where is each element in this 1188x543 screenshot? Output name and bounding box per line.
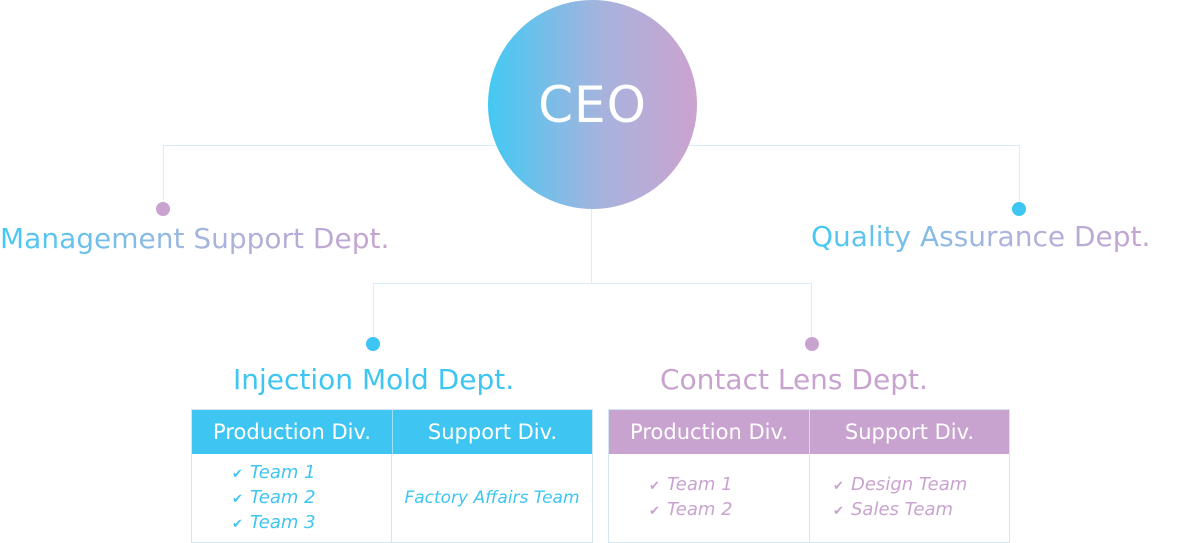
node-dot-contact-lens [805,337,819,351]
list-item: ✔ Sales Team [833,498,1003,523]
injection-production-list: ✔ Team 1 ✔ Team 2 ✔ Team 3 [232,454,387,542]
contact-support-label: Support Div. [844,420,975,444]
dept-injection-mold: Injection Mold Dept. [233,363,515,396]
dept-quality-assurance: Quality Assurance Dept. [811,220,1151,253]
check-icon: ✔ [833,504,844,519]
list-item: ✔ Design Team [833,473,1003,498]
connector-left-vertical [163,145,164,208]
list-item: ✔ Team 1 [232,461,387,486]
injection-production-header: Production Div. [192,410,392,454]
injection-support-label: Support Div. [427,420,558,444]
list-item: ✔ Team 1 [649,473,804,498]
check-icon: ✔ [232,516,243,532]
dept-management-support: Management Support Dept. [0,222,390,255]
ceo-node: CEO [488,0,697,209]
node-dot-quality [1012,202,1026,216]
check-icon: ✔ [232,491,243,507]
list-item: ✔ Team 2 [232,486,387,511]
list-item: ✔ Team 2 [649,498,804,523]
connector-bottom-horizontal [373,283,812,284]
connector-right-vertical [1019,145,1020,208]
injection-mold-table: Production Div. Support Div. ✔ Team 1 ✔ Te… [191,409,593,543]
injection-support-list: Factory Affairs Team [392,454,592,542]
check-icon: ✔ [232,466,243,482]
list-item: Factory Affairs Team [404,487,580,508]
injection-support-header: Support Div. [393,410,592,454]
ceo-label: CEO [538,75,647,134]
check-icon: ✔ [649,479,660,494]
check-icon: ✔ [833,479,844,494]
list-item: ✔ Team 3 [232,511,387,536]
dept-contact-lens: Contact Lens Dept. [660,363,928,396]
contact-production-list: ✔ Team 1 ✔ Team 2 [649,454,804,542]
contact-support-header: Support Div. [810,410,1009,454]
connector-center-vertical [591,209,592,283]
node-dot-management [156,202,170,216]
connector-bottom-right-vertical [811,283,812,343]
contact-support-list: ✔ Design Team ✔ Sales Team [833,454,1003,542]
check-icon: ✔ [649,504,660,519]
connector-bottom-left-vertical [373,283,374,343]
contact-production-label: Production Div. [630,420,788,444]
contact-production-header: Production Div. [609,410,809,454]
node-dot-injection [366,337,380,351]
injection-production-label: Production Div. [213,420,371,444]
contact-lens-table: Production Div. Support Div. ✔ Team 1 ✔ Te… [608,409,1010,543]
